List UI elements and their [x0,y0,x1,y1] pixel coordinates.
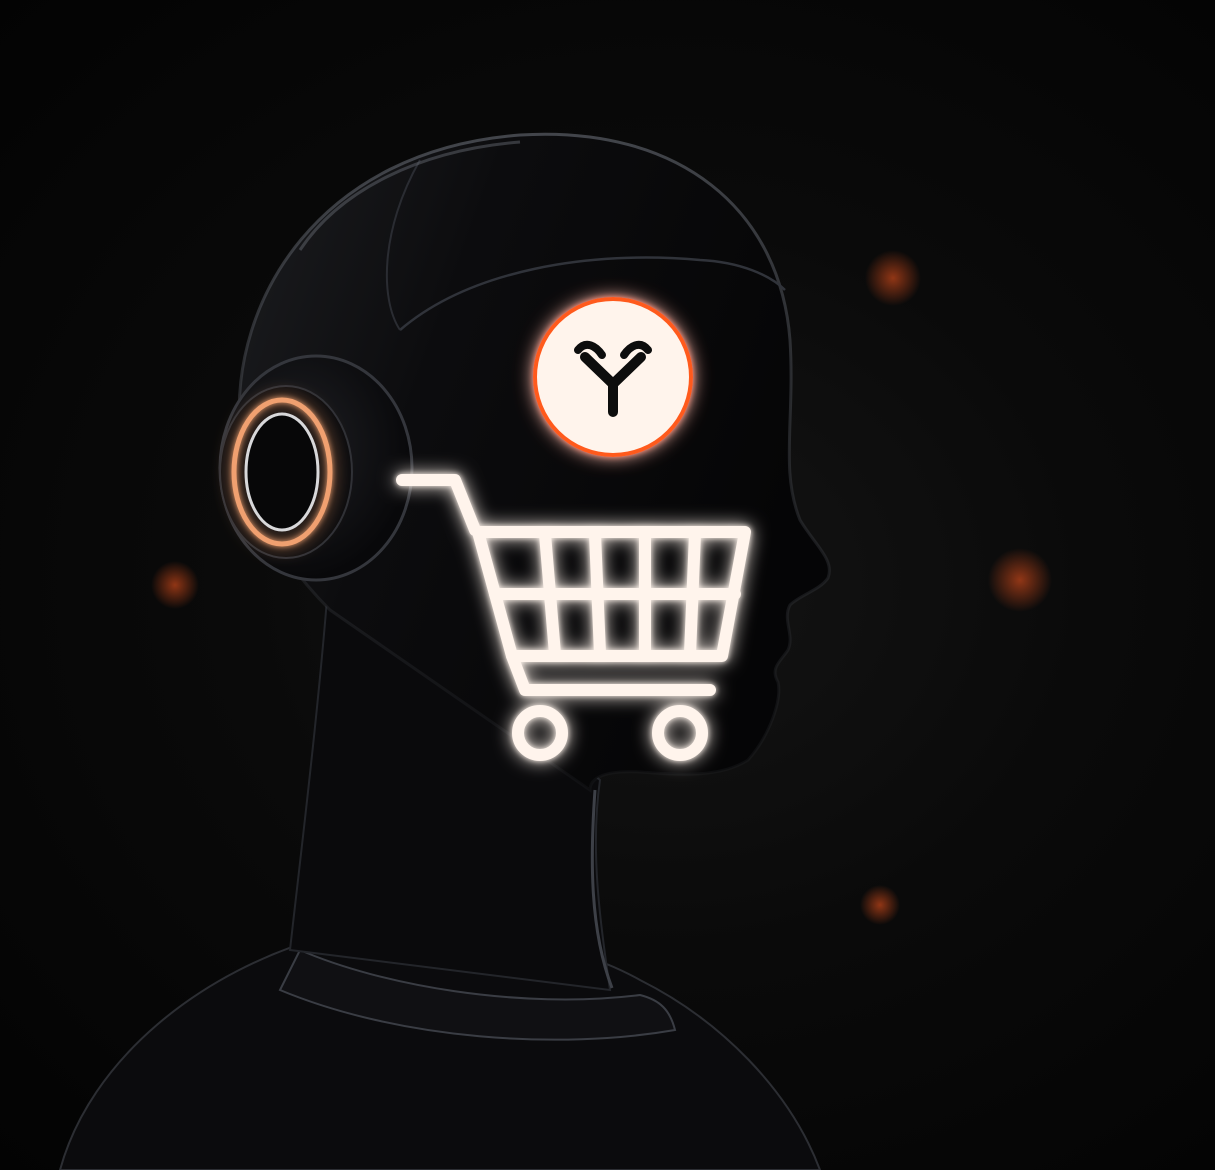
illustration [58,132,1052,1170]
scene [0,0,1215,1170]
bokeh-dot [151,561,199,609]
y-logo-icon [533,297,693,457]
bokeh-dot [860,885,900,925]
bokeh-dot [988,548,1052,612]
headphone-earpiece-icon [218,354,414,582]
bokeh-dot [865,250,921,306]
